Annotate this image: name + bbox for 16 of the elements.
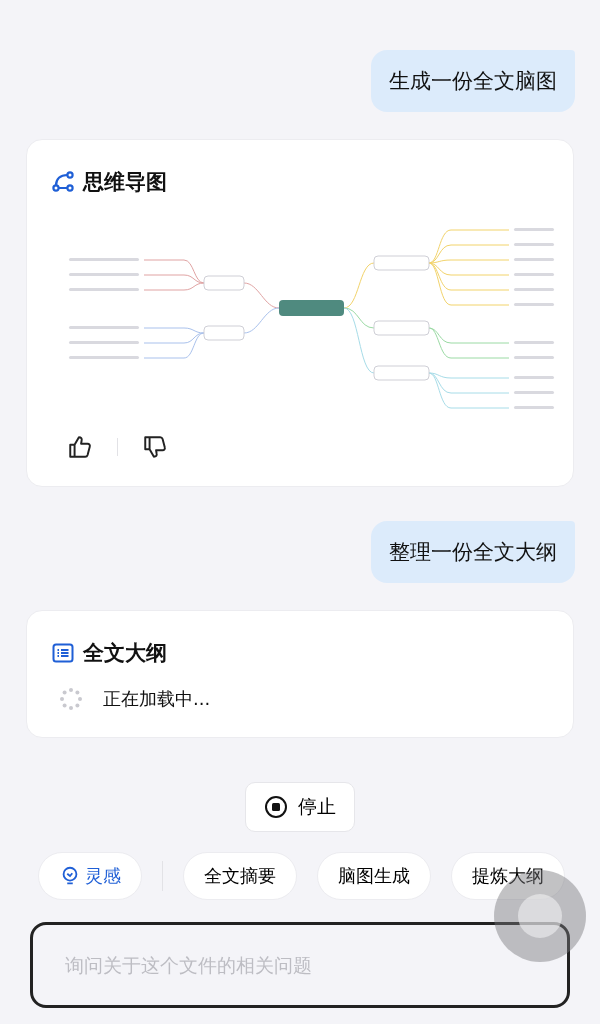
stop-button[interactable]: 停止 bbox=[245, 782, 355, 832]
thumbs-down-icon[interactable] bbox=[142, 434, 168, 460]
suggestion-chip[interactable]: 全文摘要 bbox=[183, 852, 297, 900]
list-icon bbox=[51, 641, 75, 665]
suggestion-chip[interactable]: 提炼大纲 bbox=[451, 852, 565, 900]
suggestion-chip[interactable]: 脑图生成 bbox=[317, 852, 431, 900]
mindmap-icon bbox=[51, 170, 75, 194]
thumbs-up-icon[interactable] bbox=[67, 434, 93, 460]
user-message: 生成一份全文脑图 bbox=[371, 50, 575, 112]
user-message: 整理一份全文大纲 bbox=[371, 521, 575, 583]
card-title: 全文大纲 bbox=[83, 640, 167, 667]
loading-text: 正在加载中... bbox=[103, 687, 211, 711]
card-title: 思维导图 bbox=[83, 169, 167, 196]
inspiration-chip[interactable]: 灵感 bbox=[38, 852, 142, 900]
stop-icon bbox=[264, 795, 288, 819]
loading-spinner-icon bbox=[59, 687, 83, 711]
